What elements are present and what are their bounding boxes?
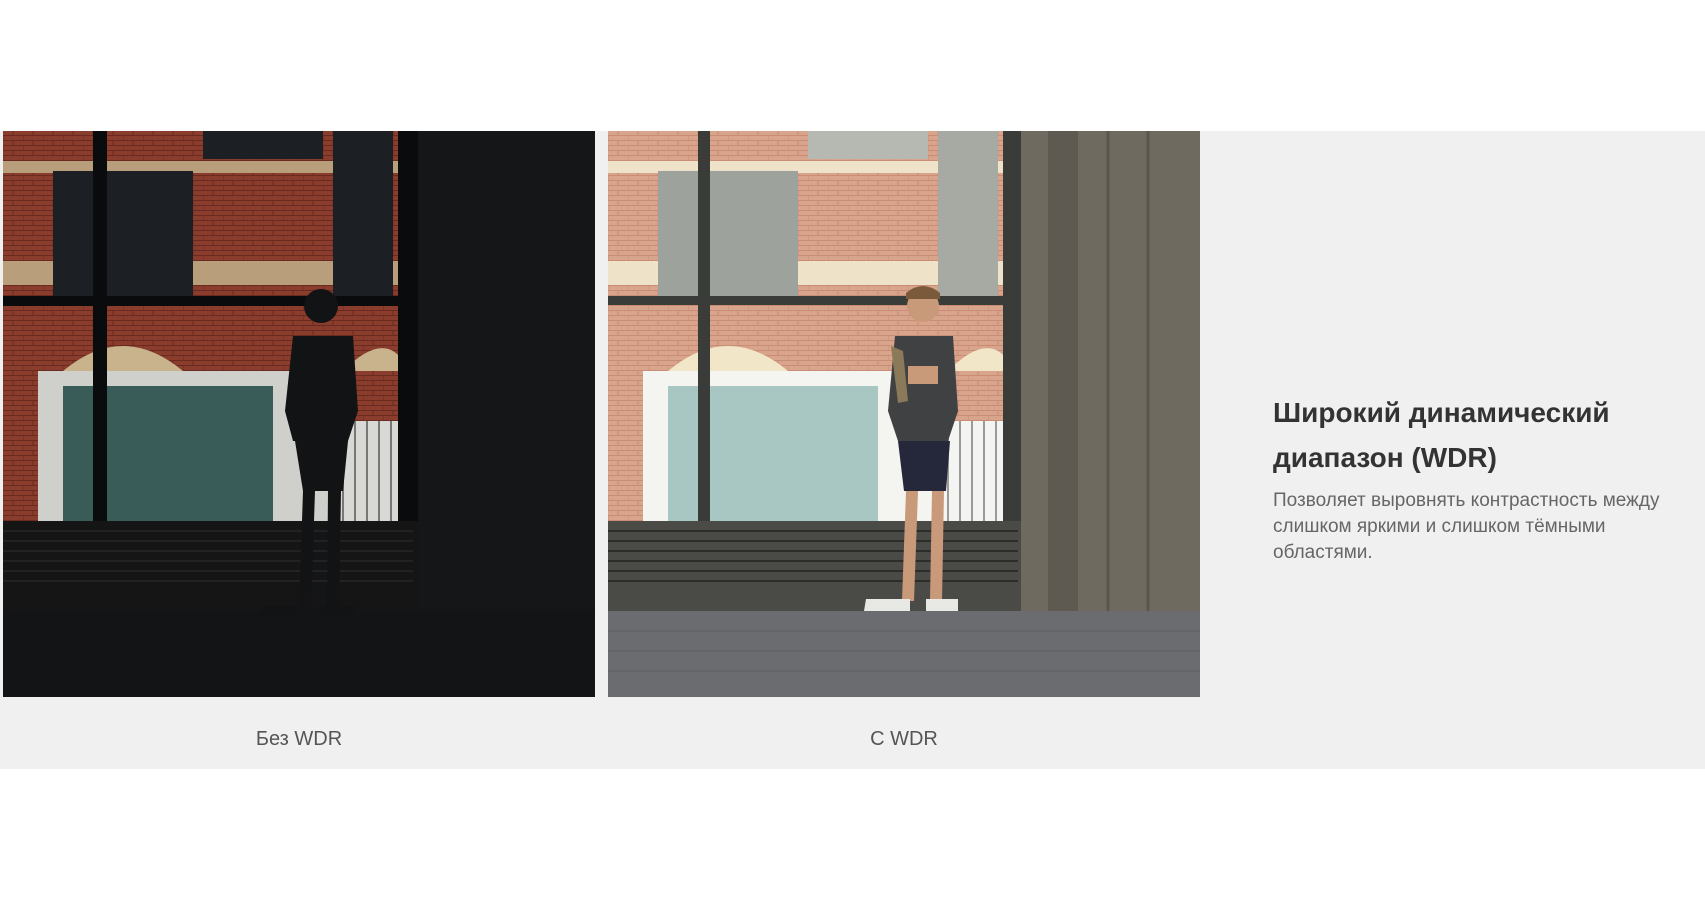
feature-block: Широкий динамический диапазон (WDR) Позв…: [1273, 390, 1693, 566]
photo-without-wdr: [3, 131, 595, 697]
feature-description: Позволяет выровнять контрастность между …: [1273, 490, 1660, 563]
caption-with-wdr: С WDR: [870, 728, 938, 750]
caption-without-wdr: Без WDR: [255, 728, 343, 750]
photo-with-wdr: [608, 131, 1200, 697]
feature-title: Широкий динамический диапазон (WDR): [1273, 397, 1610, 473]
page: Без WDR С WDR Широкий динамический диапа…: [0, 0, 1705, 900]
